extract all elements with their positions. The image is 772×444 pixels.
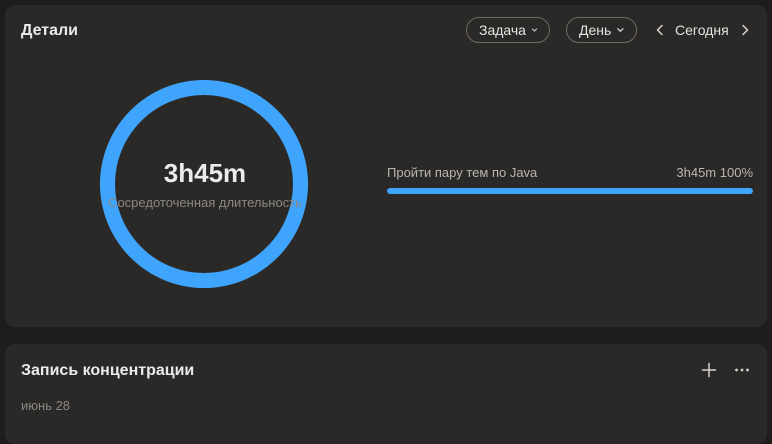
task-filter-dropdown[interactable]: Задача [466, 17, 550, 43]
chevron-right-icon [742, 24, 749, 36]
details-card: Детали Задача День Сегодня 3h45m Сосредо… [5, 5, 767, 327]
next-day-button[interactable] [738, 19, 752, 41]
chevron-down-icon [531, 28, 538, 32]
details-title: Детали [21, 22, 79, 39]
chevron-down-icon [617, 28, 624, 32]
task-progress-bar [387, 188, 753, 194]
focus-duration-value: 3h45m [163, 158, 247, 188]
task-filter-label: Задача [479, 22, 526, 38]
task-stats: 3h45m 100% [676, 165, 753, 180]
add-icon[interactable] [699, 360, 719, 380]
period-filter-dropdown[interactable]: День [566, 17, 637, 43]
period-filter-label: День [579, 22, 612, 38]
task-name: Пройти пару тем по Java [387, 165, 538, 180]
task-percent: 100% [719, 165, 753, 180]
previous-day-button[interactable] [653, 19, 667, 41]
more-options-icon[interactable] [732, 360, 752, 380]
focus-duration-caption: Сосредоточенная длительность [108, 195, 302, 210]
chevron-left-icon [656, 24, 663, 36]
focus-log-title: Запись концентрации [21, 362, 195, 379]
task-duration: 3h45m [676, 165, 717, 180]
current-date-label: Сегодня [675, 22, 729, 38]
focus-log-card: Запись концентрации июнь 28 [5, 344, 767, 444]
task-progress-fill [387, 188, 753, 194]
session-date: июнь 28 [21, 398, 71, 413]
